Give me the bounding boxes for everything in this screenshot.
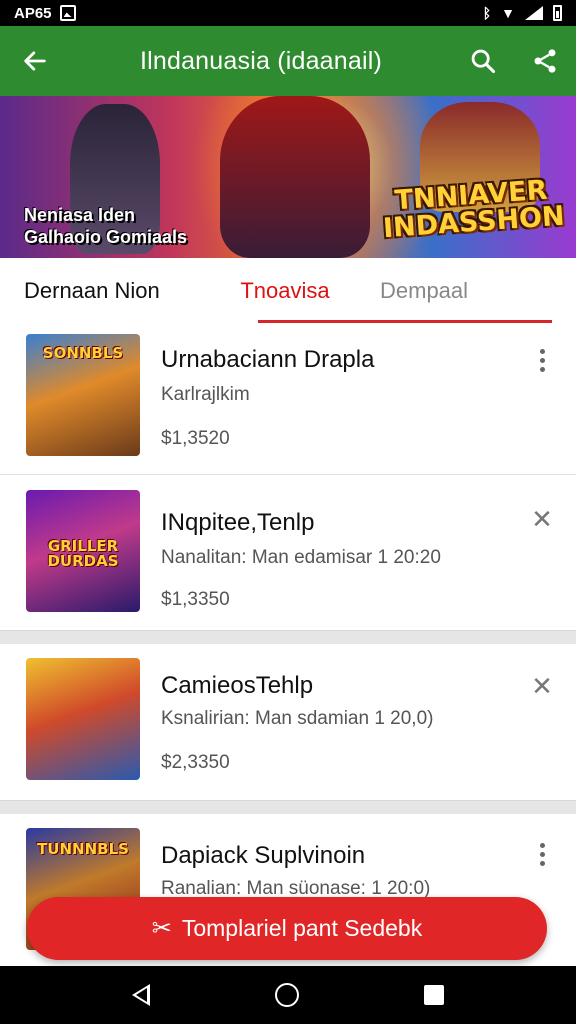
tab-dernaan[interactable]: Dernaan Nion	[0, 258, 230, 324]
search-icon	[471, 49, 496, 74]
item-title: Dapiack Suplvinoin	[161, 842, 366, 869]
item-price: $1,3520	[161, 428, 230, 449]
close-icon: ✕	[531, 670, 553, 701]
item-subtitle: Karlrajlkim	[161, 384, 250, 405]
banner-caption-line2: Galhaoio Gomiaals	[24, 227, 188, 247]
list-item[interactable]: SONNBLS Urnabaciann Drapla Karlrajlkim $…	[0, 324, 576, 474]
status-time: AP65	[14, 4, 52, 22]
list-item[interactable]: CamieosTehlp Ksnalirian: Man sdamian 1 2…	[0, 644, 576, 800]
battery-icon	[553, 5, 562, 21]
dismiss-button[interactable]: ✕	[524, 501, 560, 537]
bluetooth-icon: ᛒ	[482, 5, 492, 21]
active-tab-indicator	[258, 320, 552, 323]
banner-caption-line1: Neniasa Iden	[24, 205, 136, 225]
search-button[interactable]	[452, 26, 514, 96]
share-button[interactable]	[514, 26, 576, 96]
item-thumbnail	[26, 658, 140, 780]
tool-icon: ✂	[151, 915, 172, 942]
item-thumbnail: SONNBLS	[26, 334, 140, 456]
dismiss-button[interactable]: ✕	[524, 668, 560, 704]
item-title: INqpitee,Tenlp	[161, 509, 315, 536]
thumbnail-title: TUNNNBLS	[37, 840, 129, 858]
page-title: Ilndanuasia (idaanail)	[139, 46, 383, 75]
item-title: Urnabaciann Drapla	[161, 346, 375, 373]
tab-tnoavisa[interactable]: Tnoavisa	[230, 258, 340, 324]
nav-recent-icon[interactable]	[423, 985, 444, 1005]
list-item[interactable]: GRILLER DURDAS INqpitee,Tenlp Nanalitan:…	[0, 475, 576, 630]
thumbnail-title: SONNBLS	[42, 344, 124, 362]
wifi-icon: ▼	[501, 5, 515, 21]
image-icon	[59, 5, 76, 21]
more-vert-icon	[539, 842, 545, 866]
more-vert-icon	[539, 348, 545, 372]
banner-logo: TNNIAVER INDASSHON	[380, 175, 566, 244]
item-list: SONNBLS Urnabaciann Drapla Karlrajlkim $…	[0, 324, 576, 964]
system-nav-bar	[0, 966, 576, 1024]
banner-hero-center	[220, 96, 370, 258]
item-thumbnail: GRILLER DURDAS	[26, 490, 140, 612]
item-price: $2,3350	[161, 752, 230, 773]
cta-button[interactable]: ✂ Tomplariel pant Sedebk	[27, 897, 547, 960]
arrow-left-icon	[24, 51, 46, 71]
back-button[interactable]	[0, 26, 70, 96]
more-options-button[interactable]	[524, 342, 560, 378]
signal-icon	[525, 6, 543, 20]
status-bar: AP65 ᛒ ▼	[0, 0, 576, 26]
thumbnail-title: GRILLER DURDAS	[47, 536, 119, 570]
cta-label: Tomplariel pant Sedebk	[181, 915, 423, 941]
close-icon: ✕	[531, 503, 553, 534]
app-bar: Ilndanuasia (idaanail)	[0, 26, 576, 96]
tab-dempaal[interactable]: Dempaal	[340, 258, 576, 324]
section-divider	[0, 630, 576, 644]
item-subtitle: Ksnalirian: Man sdamian 1 20,0)	[161, 708, 434, 729]
item-title: CamieosTehlp	[161, 672, 314, 699]
section-divider	[0, 800, 576, 814]
nav-home-icon[interactable]	[274, 983, 299, 1007]
tab-bar: Dernaan Nion Tnoavisa Dempaal	[0, 258, 576, 324]
item-price: $1,3350	[161, 589, 230, 610]
share-icon	[534, 49, 556, 73]
promo-banner[interactable]: Neniasa Iden Galhaoio Gomiaals TNNIAVER …	[0, 96, 576, 258]
nav-back-icon[interactable]	[132, 984, 151, 1006]
item-subtitle: Nanalitan: Man edamisar 1 20:20	[161, 547, 441, 568]
more-options-button[interactable]	[524, 836, 560, 872]
banner-caption: Neniasa Iden Galhaoio Gomiaals	[24, 204, 187, 248]
